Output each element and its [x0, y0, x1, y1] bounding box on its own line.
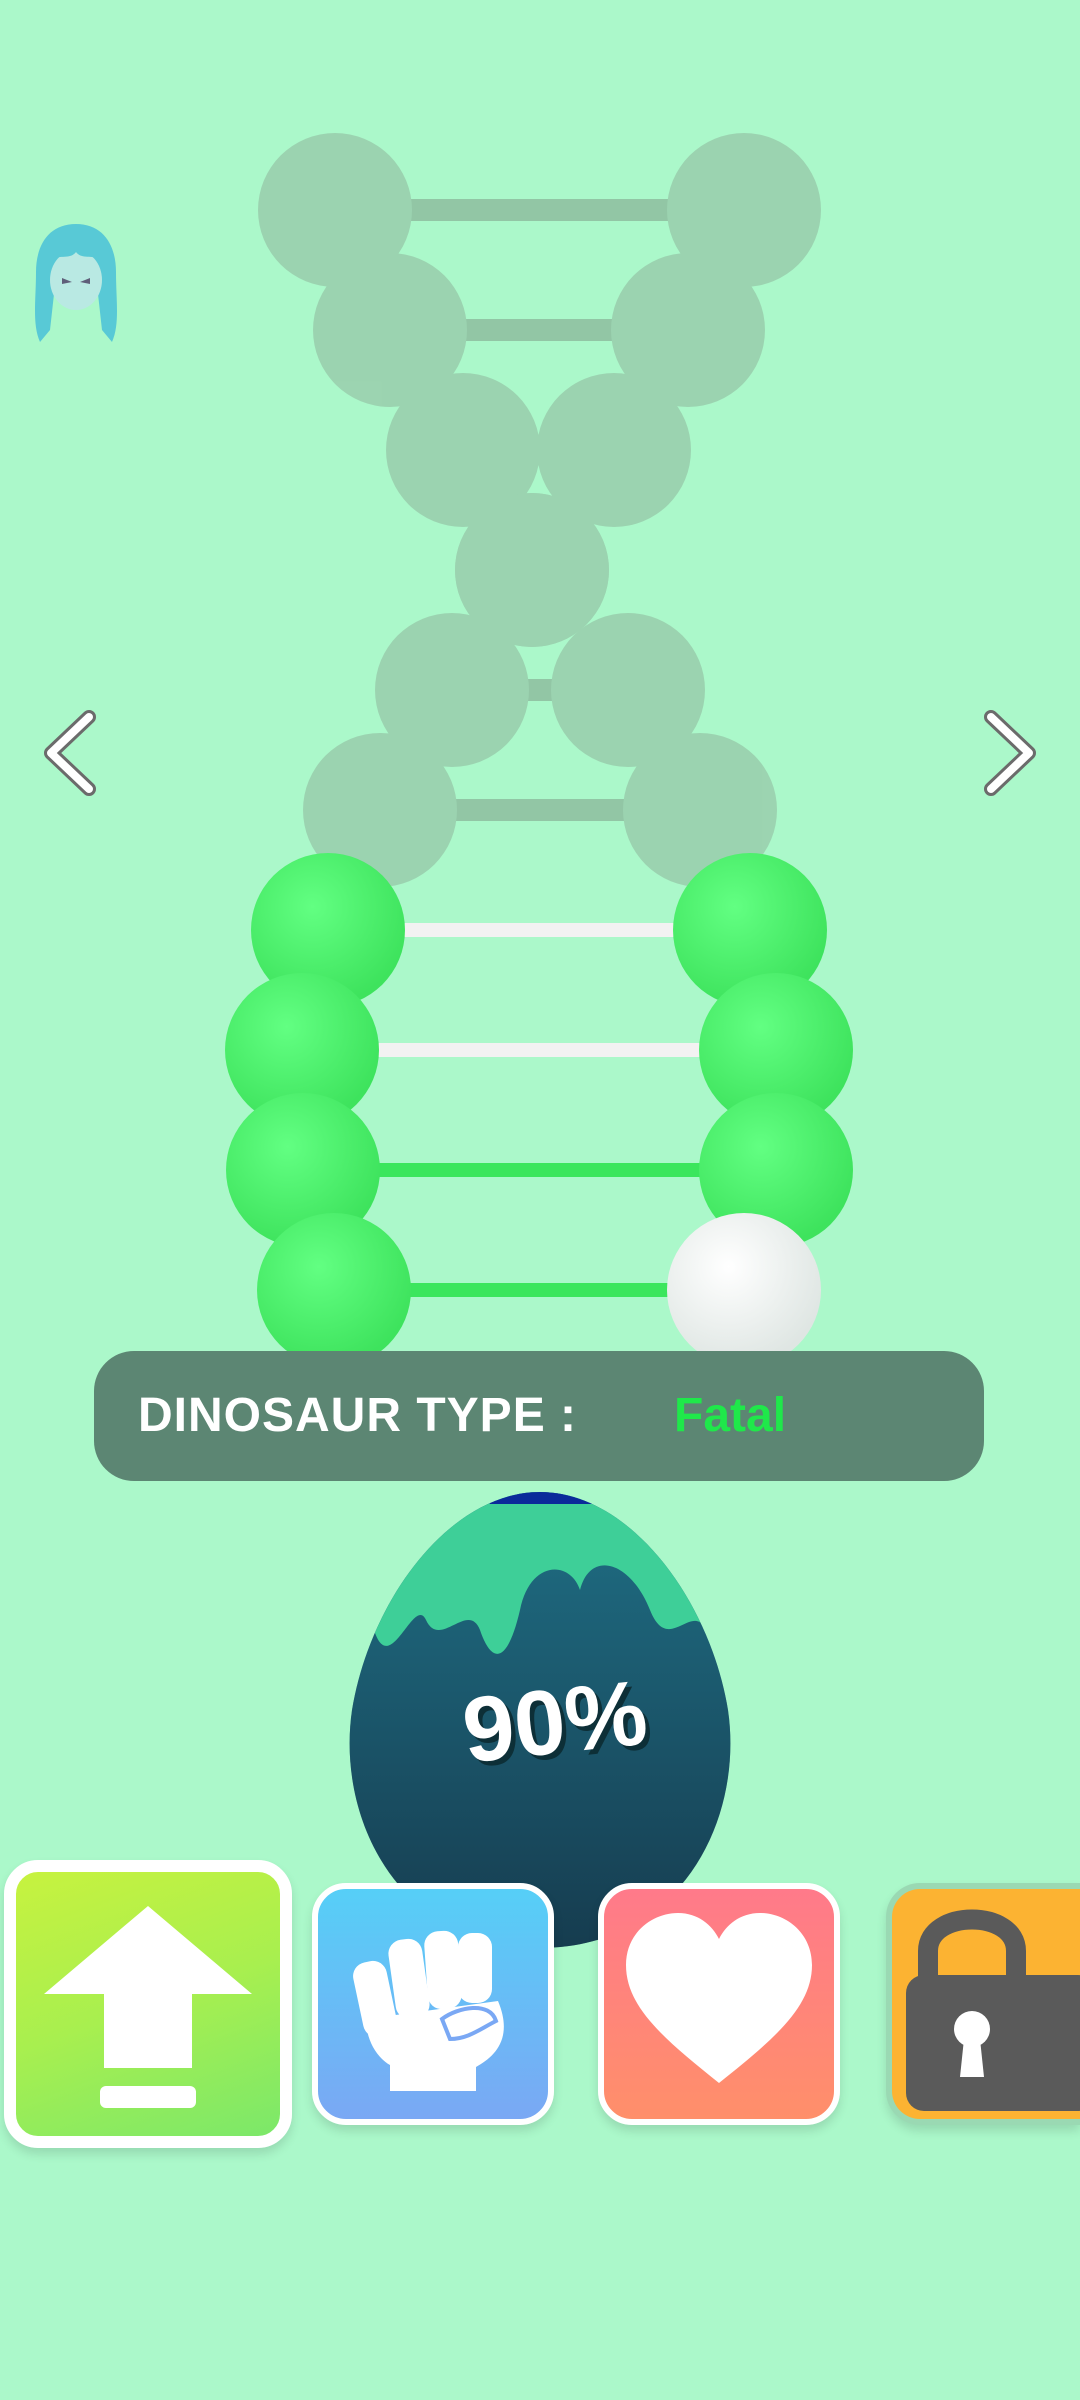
next-dinosaur-button[interactable]	[974, 708, 1044, 798]
health-card[interactable]	[598, 1883, 840, 2125]
dna-ball-left-10	[257, 1213, 411, 1367]
character-avatar-icon[interactable]	[28, 220, 124, 346]
arrow-up-icon	[44, 1906, 252, 2108]
padlock-icon	[906, 1909, 1080, 2111]
chevron-right-icon	[984, 710, 1036, 796]
dinosaur-type-panel: DINOSAUR TYPE : Fatal	[94, 1351, 984, 1481]
locked-card[interactable]	[886, 1883, 1080, 2125]
egg-progress-text: 90%	[458, 1661, 652, 1783]
heart-icon	[626, 1913, 812, 2083]
dinosaur-type-label: DINOSAUR TYPE :	[138, 1389, 578, 1442]
fist-icon	[353, 1930, 504, 2091]
chevron-left-icon	[44, 710, 96, 796]
dna-helix	[225, 133, 853, 1367]
upgrade-card[interactable]	[4, 1860, 292, 2148]
dna-ball-right-10	[667, 1213, 821, 1367]
dinosaur-type-value: Fatal	[674, 1389, 787, 1442]
prev-dinosaur-button[interactable]	[36, 708, 106, 798]
power-card[interactable]	[312, 1883, 554, 2125]
